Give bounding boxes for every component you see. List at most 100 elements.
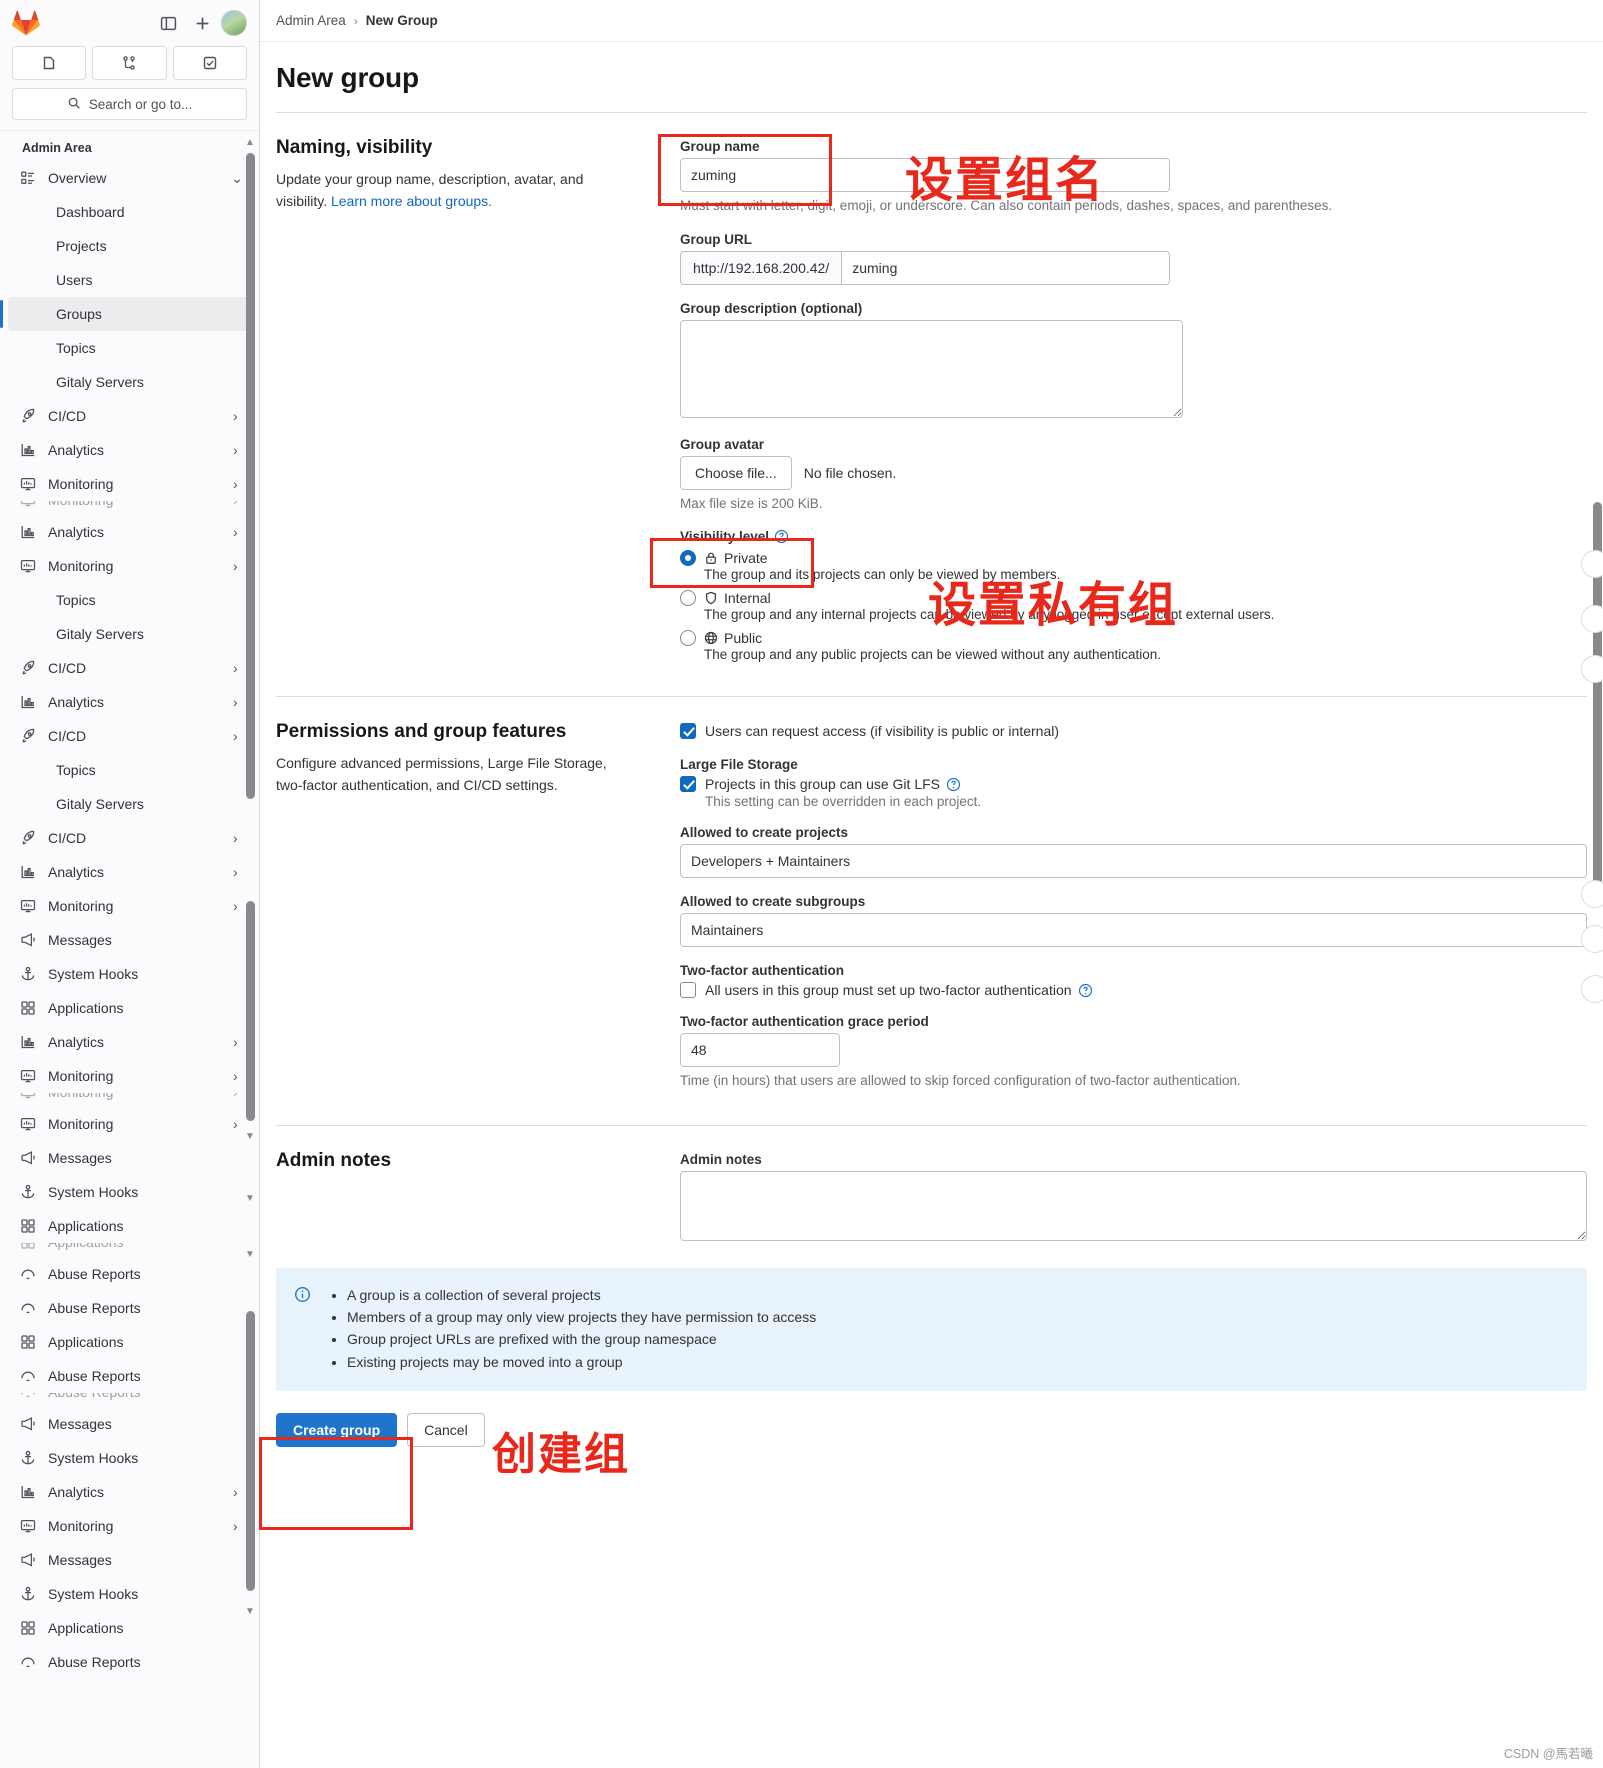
sidebar-item-analytics[interactable]: Analytics ›: [8, 515, 251, 549]
sidebar-item-monitoring[interactable]: Monitoring ›: [8, 501, 251, 515]
gitlab-logo-icon[interactable]: [12, 9, 40, 37]
sidebar-item-monitoring[interactable]: Monitoring ›: [8, 467, 251, 501]
sidebar-item-topics[interactable]: Topics: [8, 331, 251, 365]
question-circle-icon[interactable]: [946, 777, 961, 792]
two-factor-row[interactable]: All users in this group must set up two-…: [680, 982, 1587, 999]
sidebar-item-projects[interactable]: Projects: [8, 229, 251, 263]
sidebar-item-system-hooks[interactable]: System Hooks: [8, 957, 251, 991]
sidebar-item-monitoring[interactable]: Monitoring ›: [8, 1059, 251, 1093]
megaphone-icon: [20, 1416, 36, 1432]
plus-icon[interactable]: [187, 8, 217, 38]
sidebar-item-monitoring[interactable]: Monitoring ›: [8, 549, 251, 583]
section-heading: Permissions and group features: [276, 721, 567, 743]
sidebar-item-applications[interactable]: Applications: [8, 1209, 251, 1243]
learn-more-link[interactable]: Learn more about groups.: [331, 193, 492, 209]
sidebar-item-applications[interactable]: Applications: [8, 1243, 251, 1257]
sidebar-item-analytics[interactable]: Analytics ›: [8, 433, 251, 467]
sidebar-item-users[interactable]: Users: [8, 263, 251, 297]
scroll-up-arrow[interactable]: ▲: [244, 137, 256, 149]
visibility-option-internal[interactable]: Internal: [680, 590, 1587, 607]
lfs-checkbox[interactable]: [680, 776, 696, 793]
visibility-option-public[interactable]: Public: [680, 630, 1587, 647]
issues-icon[interactable]: [12, 46, 87, 80]
group-name-input[interactable]: [680, 158, 1170, 192]
visibility-radio-private[interactable]: [680, 550, 696, 567]
request-access-row[interactable]: Users can request access (if visibility …: [680, 723, 1587, 740]
sidebar-item-groups[interactable]: Groups: [0, 297, 251, 331]
visibility-radio-public[interactable]: [680, 630, 696, 647]
sidebar-item-system-hooks[interactable]: System Hooks: [8, 1441, 251, 1475]
sidebar-item-label: Abuse Reports: [48, 1266, 141, 1282]
sidebar-toggle-icon[interactable]: [153, 8, 183, 38]
sidebar-item-monitoring[interactable]: Monitoring ›: [8, 1509, 251, 1543]
question-circle-icon[interactable]: [774, 529, 789, 544]
sidebar-item-topics[interactable]: Topics: [8, 583, 251, 617]
scroll-down-arrow-3[interactable]: ▼: [244, 1249, 256, 1261]
allowed-create-projects-select[interactable]: Developers + Maintainers: [680, 844, 1587, 879]
sidebar-item-overview[interactable]: Overview ⌄: [8, 161, 251, 195]
sidebar-item-applications[interactable]: Applications: [8, 991, 251, 1025]
scroll-down-arrow-2[interactable]: ▼: [244, 1193, 256, 1205]
sidebar-item-monitoring[interactable]: Monitoring ›: [8, 889, 251, 923]
sidebar-item-gitaly-servers[interactable]: Gitaly Servers: [8, 787, 251, 821]
sidebar-item-monitoring[interactable]: Monitoring ›: [8, 1093, 251, 1107]
group-url-input[interactable]: [841, 250, 1170, 285]
grace-period-input[interactable]: [680, 1033, 840, 1068]
sidebar-item-dashboard[interactable]: Dashboard: [8, 195, 251, 229]
visibility-radio-internal[interactable]: [680, 590, 696, 607]
sidebar-item-messages[interactable]: Messages: [8, 1141, 251, 1175]
sidebar-item-gitaly-servers[interactable]: Gitaly Servers: [8, 365, 251, 399]
visibility-option-private[interactable]: Private: [680, 550, 1587, 567]
sidebar-item-messages[interactable]: Messages: [8, 923, 251, 957]
breadcrumb-new-group[interactable]: New Group: [366, 13, 438, 28]
question-circle-icon[interactable]: [1078, 983, 1093, 998]
sidebar-item-messages[interactable]: Messages: [8, 1407, 251, 1441]
allowed-create-subgroups-select[interactable]: Maintainers: [680, 913, 1587, 948]
sidebar-scrollbar-thumb-3[interactable]: [246, 901, 255, 1121]
sidebar-item-analytics[interactable]: Analytics ›: [8, 855, 251, 889]
sidebar-item-ci-cd[interactable]: CI/CD ›: [8, 399, 251, 433]
sidebar-item-ci-cd[interactable]: CI/CD ›: [8, 821, 251, 855]
admin-notes-textarea[interactable]: [680, 1170, 1587, 1241]
two-factor-checkbox[interactable]: [680, 982, 696, 999]
merge-requests-icon[interactable]: [92, 46, 167, 80]
avatar[interactable]: [221, 10, 247, 36]
rocket-icon: [20, 660, 36, 676]
sidebar-item-label: Topics: [56, 762, 96, 778]
sidebar-scrollbar-thumb[interactable]: [246, 153, 255, 483]
sidebar-item-applications[interactable]: Applications: [8, 1325, 251, 1359]
sidebar-item-abuse-reports[interactable]: Abuse Reports: [8, 1359, 251, 1393]
sidebar-nav[interactable]: Admin Area Overview ⌄ Dashboard Projects Use…: [0, 131, 259, 1768]
sidebar-item-system-hooks[interactable]: System Hooks: [8, 1175, 251, 1209]
cancel-button[interactable]: Cancel: [407, 1413, 485, 1448]
sidebar-item-analytics[interactable]: Analytics ›: [8, 1475, 251, 1509]
choose-file-button[interactable]: Choose file...: [680, 455, 792, 490]
sidebar-item-applications[interactable]: Applications: [8, 1611, 251, 1645]
scroll-down-arrow-4[interactable]: ▼: [244, 1606, 256, 1618]
sidebar-item-gitaly-servers[interactable]: Gitaly Servers: [8, 617, 251, 651]
group-description-label: Group description (optional): [680, 300, 863, 316]
scroll-down-arrow[interactable]: ▼: [244, 1131, 256, 1143]
sidebar-item-abuse-reports[interactable]: Abuse Reports: [8, 1393, 251, 1407]
sidebar-scrollbar-thumb-2[interactable]: [246, 439, 255, 799]
sidebar-scrollbar-thumb-4[interactable]: [246, 1311, 255, 1591]
chevron-right-icon: ›: [233, 660, 238, 676]
create-group-button[interactable]: Create group: [276, 1413, 398, 1448]
sidebar-item-ci-cd[interactable]: CI/CD ›: [8, 651, 251, 685]
sidebar-item-analytics[interactable]: Analytics ›: [8, 1025, 251, 1059]
sidebar-item-ci-cd[interactable]: CI/CD ›: [8, 719, 251, 753]
sidebar-item-messages[interactable]: Messages: [8, 1543, 251, 1577]
sidebar-item-abuse-reports[interactable]: Abuse Reports: [8, 1291, 251, 1325]
todos-icon[interactable]: [172, 46, 247, 80]
sidebar-item-abuse-reports[interactable]: Abuse Reports: [8, 1257, 251, 1291]
breadcrumb-admin-area[interactable]: Admin Area: [276, 13, 346, 28]
sidebar-item-abuse-reports[interactable]: Abuse Reports: [8, 1645, 251, 1679]
search-input[interactable]: Search or go to...: [12, 88, 247, 120]
request-access-checkbox[interactable]: [680, 723, 696, 740]
sidebar-item-topics[interactable]: Topics: [8, 753, 251, 787]
sidebar-item-monitoring[interactable]: Monitoring ›: [8, 1107, 251, 1141]
sidebar-item-analytics[interactable]: Analytics ›: [8, 685, 251, 719]
sidebar-item-system-hooks[interactable]: System Hooks: [8, 1577, 251, 1611]
lfs-row[interactable]: Projects in this group can use Git LFS: [680, 776, 1587, 793]
group-description-textarea[interactable]: [680, 319, 1183, 418]
